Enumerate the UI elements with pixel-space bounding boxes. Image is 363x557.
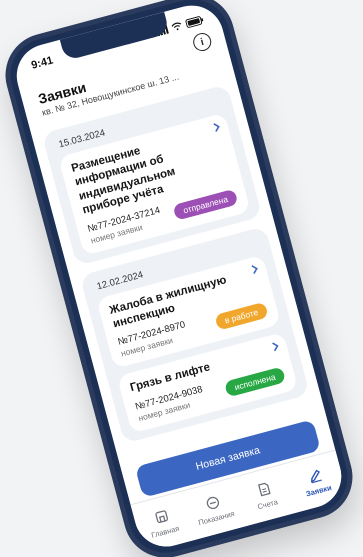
- tab-requests[interactable]: Заявки: [288, 461, 345, 502]
- pencil-icon: [305, 466, 325, 486]
- tab-label: Показания: [197, 508, 236, 528]
- phone-screen: 9:41 Заявки кв. № 32, Новощукинское ш. 1…: [9, 0, 349, 554]
- chevron-right-icon[interactable]: [248, 262, 261, 276]
- bill-icon: [254, 480, 274, 500]
- tab-bills[interactable]: Счета: [236, 475, 293, 516]
- tab-readings[interactable]: Показания: [185, 489, 242, 530]
- wifi-icon: [171, 22, 182, 30]
- home-icon: [151, 507, 171, 527]
- chevron-right-icon[interactable]: [210, 120, 223, 134]
- meter-icon: [203, 493, 223, 513]
- stage: 9:41 Заявки кв. № 32, Новощукинское ш. 1…: [0, 0, 363, 557]
- battery-icon: [185, 15, 204, 28]
- status-time: 9:41: [30, 54, 55, 72]
- tab-home[interactable]: Главная: [134, 502, 191, 543]
- tab-label: Счета: [256, 497, 279, 512]
- phone-frame: 9:41 Заявки кв. № 32, Новощукинское ш. 1…: [0, 0, 362, 557]
- chevron-right-icon[interactable]: [269, 340, 282, 354]
- request-group: 12.02.2024 Жалоба в жилищную инспекцию №…: [79, 225, 310, 444]
- requests-list[interactable]: 15.03.2024 Размещение информации об инди…: [41, 84, 316, 468]
